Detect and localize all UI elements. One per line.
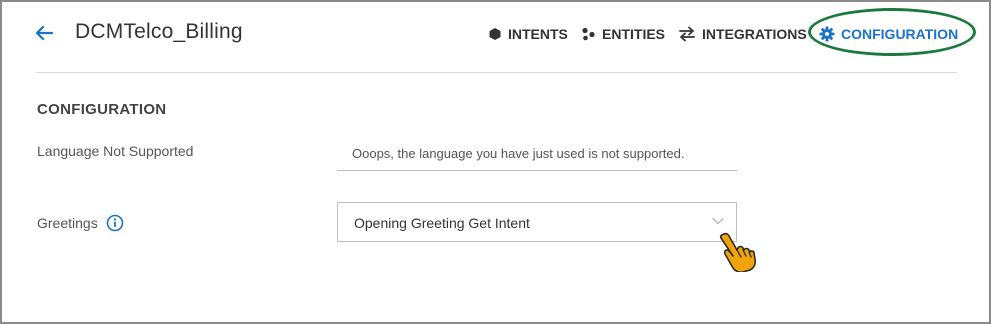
hexagon-icon [489,28,501,40]
greetings-select[interactable]: Opening Greeting Get Intent [337,202,737,242]
app-frame: DCMTelco_Billing INTENTS ENTITIES INTEGR… [0,0,991,324]
tab-configuration-label: CONFIGURATION [841,26,959,42]
tab-integrations[interactable]: INTEGRATIONS [678,23,807,45]
page-title: DCMTelco_Billing [75,20,243,43]
info-icon[interactable] [106,214,124,232]
back-button[interactable] [32,21,56,45]
tab-integrations-label: INTEGRATIONS [702,26,807,42]
dots-cluster-icon [582,27,595,41]
language-not-supported-label: Language Not Supported [37,143,194,159]
tab-entities-label: ENTITIES [602,26,666,42]
tab-entities[interactable]: ENTITIES [581,23,665,45]
tab-configuration[interactable]: CONFIGURATION [819,23,958,45]
greetings-selected-value: Opening Greeting Get Intent [354,215,530,231]
header: DCMTelco_Billing INTENTS ENTITIES INTEGR… [2,2,989,70]
header-divider [36,72,957,73]
section-title: CONFIGURATION [37,101,167,118]
arrow-left-icon [35,25,54,41]
tab-intents[interactable]: INTENTS [488,23,568,45]
gear-icon [819,26,835,42]
chevron-down-icon [712,217,724,225]
greetings-label: Greetings [37,215,98,231]
swap-arrows-icon [679,26,695,42]
greetings-label-row: Greetings [37,214,124,232]
language-not-supported-input[interactable] [337,137,737,171]
tab-intents-label: INTENTS [508,26,568,42]
